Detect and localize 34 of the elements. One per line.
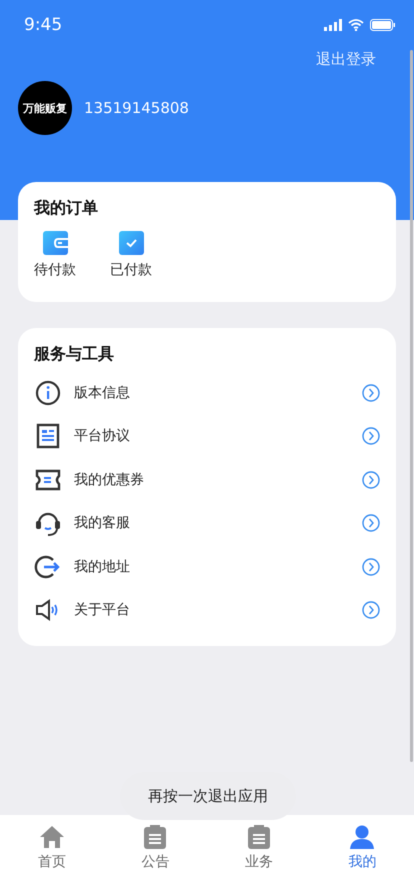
exit-arrow-icon [34, 554, 62, 580]
clipboard-icon [246, 825, 271, 849]
tab-button[interactable]: 首页 [0, 815, 104, 896]
signal-icon [324, 19, 342, 31]
status-time: 9:45 [24, 15, 62, 35]
clipboard-icon [143, 825, 168, 849]
menu-row[interactable]: 关于平台 [34, 588, 380, 632]
menu-row[interactable]: 我的客服 [34, 502, 380, 545]
home-icon [38, 825, 65, 849]
section-title: 我的订单 [34, 198, 98, 219]
checkmark-icon [118, 231, 144, 255]
battery-icon [370, 19, 396, 31]
menu-row[interactable]: 版本信息 [34, 371, 380, 414]
chevron-circle-icon [362, 558, 380, 576]
chevron-circle-icon [362, 470, 380, 489]
chevron-circle-icon [362, 384, 380, 402]
info-icon [35, 380, 61, 406]
order-status-button[interactable]: 待付款 [34, 231, 76, 279]
chevron-circle-icon [362, 514, 380, 532]
ticket-icon [35, 468, 61, 492]
chevron-circle-icon [362, 427, 380, 446]
avatar-logo: 万能贩复 [18, 81, 72, 135]
section-title: 服务与工具 [34, 344, 114, 365]
wallet-icon [42, 231, 68, 255]
tab-button[interactable]: 我的 [310, 815, 414, 896]
document-icon [36, 423, 60, 450]
menu-row[interactable]: 我的地址 [34, 545, 380, 588]
wifi-icon [348, 19, 364, 31]
chevron-circle-icon [362, 601, 380, 620]
order-status-button[interactable]: 已付款 [110, 231, 152, 279]
phone-number: 13519145808 [84, 99, 189, 117]
menu-row[interactable]: 平台协议 [34, 414, 380, 458]
person-icon [349, 825, 376, 849]
menu-row[interactable]: 我的优惠券 [34, 458, 380, 502]
